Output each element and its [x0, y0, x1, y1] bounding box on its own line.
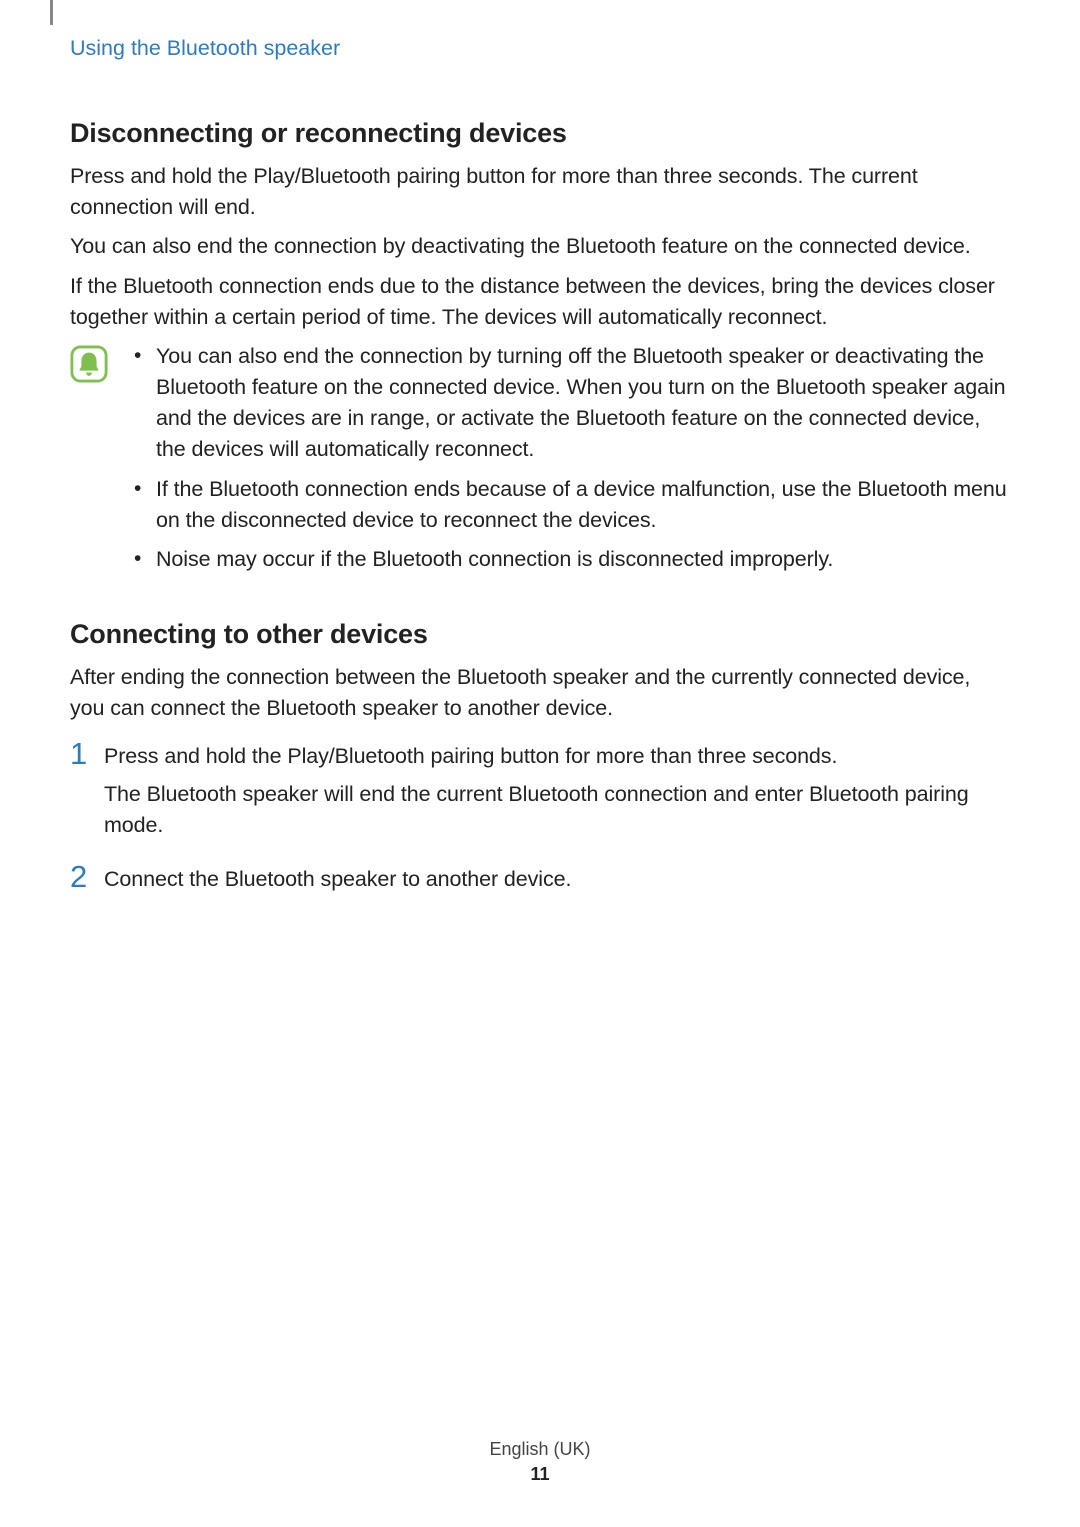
note-item: If the Bluetooth connection ends because… [126, 474, 1010, 536]
manual-page: Using the Bluetooth speaker Disconnectin… [0, 0, 1080, 1527]
section-title-connecting: Connecting to other devices [70, 619, 1010, 650]
page-footer: English (UK) 11 [0, 1439, 1080, 1485]
paragraph: If the Bluetooth connection ends due to … [70, 271, 1010, 333]
section-title-disconnecting: Disconnecting or reconnecting devices [70, 118, 1010, 149]
page-content: Disconnecting or reconnecting devices Pr… [70, 100, 1010, 901]
header-tick-mark [50, 0, 53, 25]
step-body: Connect the Bluetooth speaker to another… [104, 861, 1010, 901]
step-number: 2 [70, 861, 104, 892]
section-connecting: Connecting to other devices After ending… [70, 619, 1010, 901]
step-line: Press and hold the Play/Bluetooth pairin… [104, 738, 1010, 772]
step-number: 1 [70, 738, 104, 769]
paragraph: You can also end the connection by deact… [70, 231, 1010, 262]
bell-icon [70, 345, 108, 383]
note-item: You can also end the connection by turni… [126, 341, 1010, 466]
note-block: You can also end the connection by turni… [70, 341, 1010, 583]
paragraph: After ending the connection between the … [70, 662, 1010, 724]
footer-page-number: 11 [0, 1464, 1080, 1485]
paragraph: Press and hold the Play/Bluetooth pairin… [70, 161, 1010, 223]
step-line: The Bluetooth speaker will end the curre… [104, 779, 1010, 841]
footer-language: English (UK) [0, 1439, 1080, 1460]
numbered-step: 1 Press and hold the Play/Bluetooth pair… [70, 738, 1010, 847]
note-item: Noise may occur if the Bluetooth connect… [126, 544, 1010, 575]
step-body: Press and hold the Play/Bluetooth pairin… [104, 738, 1010, 847]
numbered-step: 2 Connect the Bluetooth speaker to anoth… [70, 861, 1010, 901]
running-head: Using the Bluetooth speaker [70, 36, 340, 61]
step-line: Connect the Bluetooth speaker to another… [104, 861, 1010, 895]
note-list: You can also end the connection by turni… [126, 341, 1010, 583]
